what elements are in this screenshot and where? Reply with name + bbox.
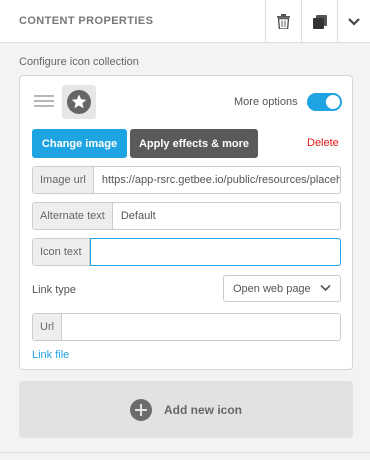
icon-text-label: Icon text (33, 239, 90, 265)
url-field[interactable]: Url (32, 313, 341, 341)
url-input[interactable] (62, 314, 340, 340)
duplicate-icon (312, 14, 327, 29)
apply-effects-button[interactable]: Apply effects & more (130, 129, 258, 158)
star-icon (67, 90, 91, 114)
link-file-link[interactable]: Link file (32, 349, 69, 361)
link-type-select[interactable]: Open web page (223, 275, 341, 302)
icon-text-input[interactable] (89, 238, 341, 266)
add-new-icon-button[interactable]: Add new icon (19, 381, 353, 438)
change-image-button[interactable]: Change image (32, 129, 127, 158)
link-type-label: Link type (32, 284, 77, 296)
trash-icon (277, 14, 290, 29)
duplicate-block-button[interactable] (301, 0, 337, 43)
section-label: Configure icon collection (19, 56, 139, 68)
add-new-icon-label: Add new icon (164, 402, 242, 417)
alternate-text-field[interactable]: Alternate text Default (32, 202, 341, 230)
icon-thumbnail[interactable] (62, 85, 96, 119)
collapse-button[interactable] (337, 0, 370, 43)
drag-handle-icon[interactable] (34, 95, 54, 109)
divider (0, 452, 370, 453)
icon-text-field[interactable]: Icon text (32, 238, 341, 266)
more-options-label: More options (234, 96, 298, 108)
icon-item-card: More options Change image Apply effects … (19, 75, 353, 370)
more-options-toggle[interactable] (307, 93, 342, 111)
alternate-text-input[interactable]: Default (113, 203, 340, 229)
plus-circle-icon (130, 398, 152, 421)
image-url-label: Image url (33, 167, 94, 193)
alternate-text-label: Alternate text (33, 203, 113, 229)
panel-title: CONTENT PROPERTIES (19, 15, 154, 27)
url-label: Url (33, 314, 63, 340)
image-url-input[interactable]: https://app-rsrc.getbee.io/public/resour… (94, 167, 340, 193)
link-type-value: Open web page (233, 282, 311, 295)
panel-header: CONTENT PROPERTIES (0, 0, 370, 43)
chevron-down-icon (320, 284, 331, 292)
delete-block-button[interactable] (265, 0, 301, 43)
delete-item-link[interactable]: Delete (307, 137, 339, 149)
toggle-knob (326, 95, 340, 109)
chevron-down-icon (348, 17, 360, 26)
image-url-field[interactable]: Image url https://app-rsrc.getbee.io/pub… (32, 166, 341, 194)
